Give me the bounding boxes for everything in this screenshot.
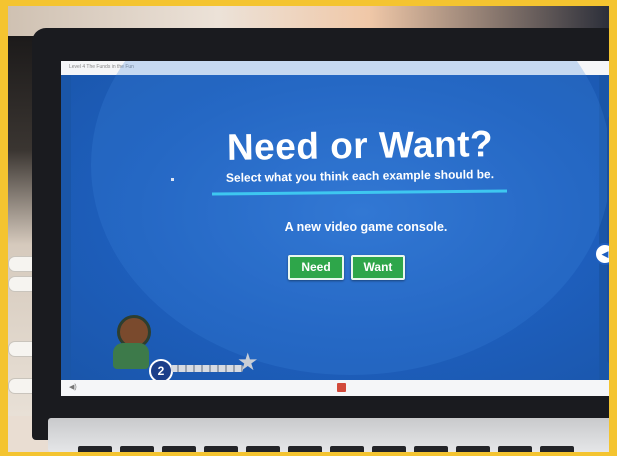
example-question: A new video game console. <box>284 220 448 234</box>
game-stage: Need or Want? Select what you think each… <box>71 61 609 383</box>
page-title: Need or Want? <box>226 123 494 168</box>
cursor-icon <box>171 178 174 181</box>
keyboard-key <box>246 446 280 452</box>
need-button[interactable]: Need <box>288 255 344 280</box>
side-panel-tab[interactable] <box>607 115 609 365</box>
want-button[interactable]: Want <box>351 255 405 280</box>
avatar-icon <box>109 311 153 371</box>
progress-track <box>171 365 243 372</box>
photo-frame: Level 4 The Funds in the Fun Need or Wan… <box>8 6 609 452</box>
avatar-body <box>113 343 149 369</box>
keyboard-key <box>456 446 490 452</box>
keyboard-key <box>204 446 238 452</box>
stage-background-arc <box>91 61 609 375</box>
keyboard-key <box>540 446 574 452</box>
arrow-left-icon[interactable]: ◀ <box>594 243 609 265</box>
keyboard-key <box>372 446 406 452</box>
keyboard-key <box>498 446 532 452</box>
keyboard-key <box>162 446 196 452</box>
app-logo-icon <box>337 383 346 392</box>
app-footer-bar: ◀) <box>61 380 609 396</box>
keyboard-key <box>330 446 364 452</box>
keyboard-key <box>120 446 154 452</box>
keyboard-key <box>288 446 322 452</box>
keyboard-key <box>414 446 448 452</box>
keyboard-key <box>78 446 112 452</box>
speaker-icon[interactable]: ◀) <box>69 383 77 391</box>
laptop-screen: Level 4 The Funds in the Fun Need or Wan… <box>61 61 609 396</box>
star-icon: ★ <box>237 349 259 376</box>
